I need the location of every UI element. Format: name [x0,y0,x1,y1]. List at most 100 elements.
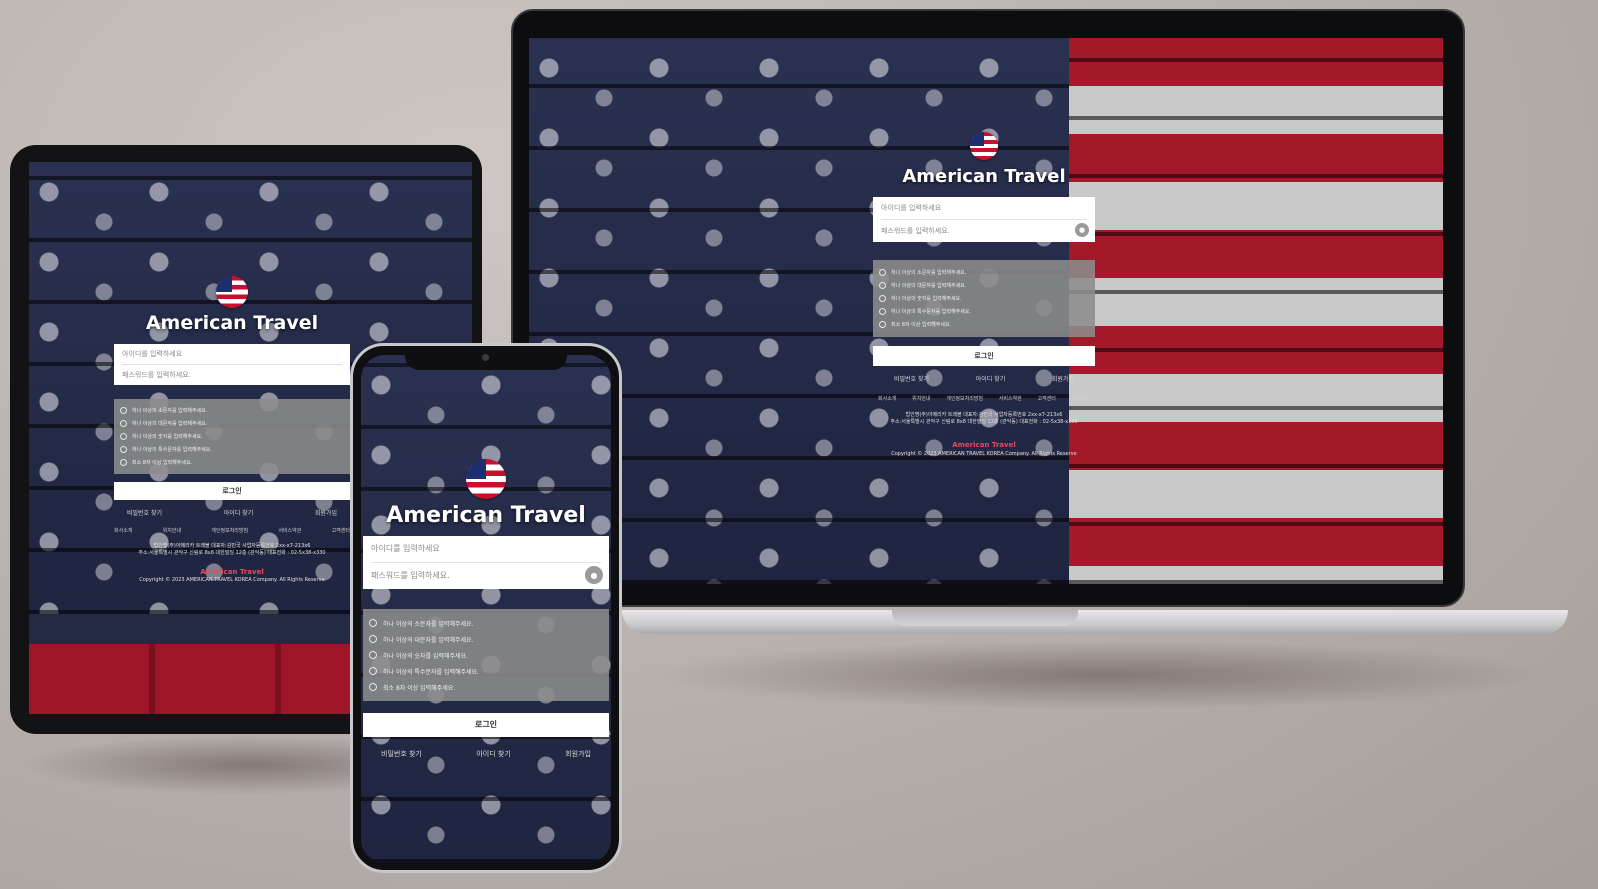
rule-text: 하나 이상의 숫자를 입력해주세요. [132,434,203,440]
laptop-screen: American Travel 아이디를 입력하세요 패스워드를 입력하세요. … [529,38,1443,584]
password-rules: 하나 이상의 소문자를 입력해주세요. 하나 이상의 대문자를 입력해주세요. … [873,260,1095,337]
footer-link[interactable]: 서비스약관 [999,395,1022,402]
phone-screen: American Travel 아이디를 입력하세요 패스워드를 입력하세요. … [361,355,611,863]
login-panel: American Travel 아이디를 입력하세요 패스워드를 입력하세요. … [363,459,609,759]
rule-item: 하나 이상의 숫자를 입력해주세요. [369,647,603,663]
rule-item: 하나 이상의 특수문자를 입력해주세요. [120,443,344,456]
check-circle-icon [120,459,127,466]
brand-title: American Travel [145,312,319,334]
check-circle-icon [369,667,377,675]
check-circle-icon [879,308,886,315]
rule-item: 하나 이상의 특수문자를 입력해주세요. [369,663,603,679]
login-button[interactable]: 로그인 [363,713,609,737]
us-flag-icon [970,132,998,160]
rule-item: 하나 이상의 대문자를 입력해주세요. [369,631,603,647]
find-id-link[interactable]: 아이디 찾기 [224,508,254,517]
rule-item: 최소 8자 이상 입력해주세요. [879,318,1089,331]
eye-icon[interactable]: ● [585,566,603,584]
us-flag-icon [216,276,248,308]
signup-link[interactable]: 회원가입 [565,749,591,759]
find-password-link[interactable]: 비밀번호 찾기 [894,374,929,383]
find-password-link[interactable]: 비밀번호 찾기 [381,749,422,759]
footer-nav: 회사소개 위치안내 개인정보처리방침 서비스약관 고객센터 사이트맵 [878,395,1090,402]
rule-text: 하나 이상의 소문자를 입력해주세요. [891,270,967,276]
login-form: 아이디를 입력하세요 패스워드를 입력하세요. [114,344,350,385]
footer-link[interactable]: 회사소개 [878,395,896,402]
brand-title: American Travel [902,166,1066,187]
auth-links: 비밀번호 찾기 아이디 찾기 회원가입 [894,374,1074,383]
password-rules: 하나 이상의 소문자를 입력해주세요. 하나 이상의 대문자를 입력해주세요. … [114,399,350,474]
check-circle-icon [879,269,886,276]
id-input[interactable]: 아이디를 입력하세요 [122,344,342,364]
login-panel: American Travel 아이디를 입력하세요 패스워드를 입력하세요. … [873,132,1095,457]
find-id-link[interactable]: 아이디 찾기 [476,749,510,759]
camera-icon [482,354,489,361]
copyright: Copyright © 2023 AMERICAN TRAVEL KOREA C… [139,576,325,583]
address-line: 주소:서울특별시 관악구 신림로 8x8 대한빌딩 12층 (관악동) 대표전화… [890,419,1078,426]
footer-link[interactable]: 개인정보처리방침 [946,395,983,402]
id-input[interactable]: 아이디를 입력하세요 [371,536,601,562]
check-circle-icon [369,651,377,659]
rule-item: 최소 8자 이상 입력해주세요. [120,456,344,469]
auth-links: 비밀번호 찾기 아이디 찾기 회원가입 [381,749,591,759]
rule-text: 하나 이상의 대문자를 입력해주세요. [891,283,967,289]
login-form: 아이디를 입력하세요 패스워드를 입력하세요. ● [873,197,1095,242]
footer-brand: American Travel [200,567,264,576]
rule-item: 하나 이상의 대문자를 입력해주세요. [120,417,344,430]
find-id-link[interactable]: 아이디 찾기 [976,374,1006,383]
laptop-base [622,610,1568,634]
login-button[interactable]: 로그인 [873,346,1095,366]
password-input[interactable]: 패스워드를 입력하세요. [881,219,1087,242]
rule-text: 최소 8자 이상 입력해주세요. [132,460,193,466]
password-input[interactable]: 패스워드를 입력하세요. [122,364,342,385]
rule-item: 최소 8자 이상 입력해주세요. [369,679,603,695]
laptop-hinge [892,610,1078,626]
footer-link[interactable]: 고객센터 [332,527,350,534]
footer-link[interactable]: 고객센터 [1037,395,1055,402]
rule-text: 최소 8자 이상 입력해주세요. [383,684,456,692]
rule-item: 하나 이상의 숫자를 입력해주세요. [879,292,1089,305]
rule-item: 하나 이상의 특수문자를 입력해주세요. [879,305,1089,318]
copyright: Copyright © 2023 AMERICAN TRAVEL KOREA C… [891,450,1077,457]
password-input[interactable]: 패스워드를 입력하세요. [371,562,601,589]
footer-brand: American Travel [952,440,1016,449]
eye-icon[interactable]: ● [1075,223,1089,237]
laptop-shadow [650,640,1550,710]
auth-links: 비밀번호 찾기 아이디 찾기 회원가입 [127,508,337,517]
rule-item: 하나 이상의 소문자를 입력해주세요. [369,615,603,631]
check-circle-icon [879,282,886,289]
footer-link[interactable]: 사이트맵 [1072,395,1090,402]
rule-text: 하나 이상의 대문자를 입력해주세요. [383,636,474,644]
check-circle-icon [120,407,127,414]
check-circle-icon [879,321,886,328]
check-circle-icon [120,433,127,440]
footer-link[interactable]: 위치안내 [912,395,930,402]
rule-text: 하나 이상의 소문자를 입력해주세요. [132,408,208,414]
brand-title: American Travel [386,503,586,528]
rule-text: 하나 이상의 대문자를 입력해주세요. [132,421,208,427]
login-form: 아이디를 입력하세요 패스워드를 입력하세요. ● [363,536,609,589]
rule-text: 하나 이상의 특수문자를 입력해주세요. [891,309,971,315]
find-password-link[interactable]: 비밀번호 찾기 [127,508,162,517]
rule-text: 하나 이상의 숫자를 입력해주세요. [383,652,468,660]
id-input[interactable]: 아이디를 입력하세요 [881,197,1087,219]
footer-link[interactable]: 서비스약관 [278,527,301,534]
password-rules: 하나 이상의 소문자를 입력해주세요. 하나 이상의 대문자를 입력해주세요. … [363,609,609,701]
footer-link[interactable]: 개인정보처리방침 [211,527,248,534]
signup-link[interactable]: 회원가입 [315,508,337,517]
check-circle-icon [120,446,127,453]
address-line: 주소:서울특별시 관악구 신림로 8x8 대한빌딩 12층 (관악동) 대표전화… [138,550,326,557]
footer-link[interactable]: 위치안내 [163,527,181,534]
rule-item: 하나 이상의 대문자를 입력해주세요. [879,279,1089,292]
login-panel: American Travel 아이디를 입력하세요 패스워드를 입력하세요. … [114,276,350,583]
signup-link[interactable]: 회원가입 [1052,374,1074,383]
check-circle-icon [369,635,377,643]
footer-link[interactable]: 회사소개 [114,527,132,534]
us-flag-icon [466,459,506,499]
company-info: 법인명(주)아메리카 트래블 대표자:김민국 사업자등록번호 2xx-x7-21… [138,543,325,558]
check-circle-icon [369,683,377,691]
rule-text: 최소 8자 이상 입력해주세요. [891,322,952,328]
login-button[interactable]: 로그인 [114,482,350,500]
stripes-background [1069,38,1443,584]
rule-item: 하나 이상의 소문자를 입력해주세요. [879,266,1089,279]
